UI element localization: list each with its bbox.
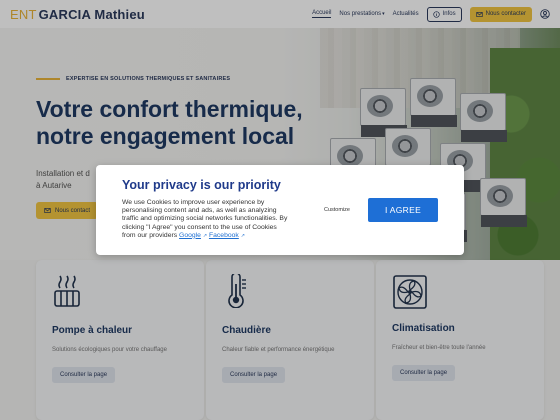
cookie-consent-dialog: Your privacy is our priority We use Cook… bbox=[96, 165, 464, 255]
consent-text: We use Cookies to improve user experienc… bbox=[122, 199, 292, 240]
facebook-link[interactable]: Facebook bbox=[209, 232, 239, 239]
customize-button[interactable]: Customize bbox=[324, 207, 350, 213]
consent-title: Your privacy is our priority bbox=[122, 178, 281, 192]
external-link-icon: ↗ bbox=[202, 232, 208, 239]
external-link-icon: ↗ bbox=[240, 232, 245, 239]
agree-button[interactable]: I AGREE bbox=[368, 198, 438, 222]
google-link[interactable]: Google bbox=[179, 232, 201, 239]
